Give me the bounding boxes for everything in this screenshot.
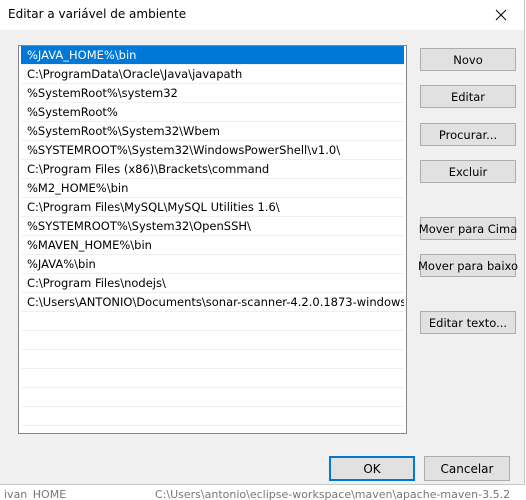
list-item[interactable]: %JAVA_HOME%\bin: [21, 46, 404, 65]
list-item-label: %SYSTEMROOT%\System32\OpenSSH\: [27, 219, 251, 233]
cancel-button[interactable]: Cancelar: [424, 456, 510, 481]
list-empty-row[interactable]: [21, 388, 404, 407]
background-window-strip: ivan_HOME C:\Users\antonio\eclipse-works…: [0, 485, 526, 500]
edit-env-var-dialog: Editar a variável de ambiente %JAVA_HOME…: [0, 0, 525, 485]
list-item[interactable]: C:\Program Files\MySQL\MySQL Utilities 1…: [21, 198, 404, 217]
dialog-title: Editar a variável de ambiente: [8, 7, 187, 21]
list-empty-row[interactable]: [21, 331, 404, 350]
edit-button[interactable]: Editar: [420, 85, 516, 108]
list-item-label: C:\ProgramData\Oracle\Java\javapath: [27, 67, 243, 81]
list-item-label: C:\Program Files\MySQL\MySQL Utilities 1…: [27, 200, 280, 214]
browse-button[interactable]: Procurar...: [420, 123, 516, 146]
list-empty-row[interactable]: [21, 369, 404, 388]
list-item[interactable]: %MAVEN_HOME%\bin: [21, 236, 404, 255]
delete-button[interactable]: Excluir: [420, 160, 516, 183]
list-item[interactable]: C:\Program Files (x86)\Brackets\command: [21, 160, 404, 179]
list-item-label: %SystemRoot%\System32\Wbem: [27, 124, 221, 138]
list-item[interactable]: C:\Program Files\nodejs\: [21, 274, 404, 293]
list-item[interactable]: %SystemRoot%: [21, 103, 404, 122]
list-item-label: %M2_HOME%\bin: [27, 181, 129, 195]
list-empty-row[interactable]: [21, 350, 404, 369]
list-item[interactable]: %SYSTEMROOT%\System32\WindowsPowerShell\…: [21, 141, 404, 160]
list-item-label: %SYSTEMROOT%\System32\WindowsPowerShell\…: [27, 143, 341, 157]
list-item-label: %JAVA%\bin: [27, 257, 96, 271]
ok-button[interactable]: OK: [329, 456, 415, 481]
list-item[interactable]: %SystemRoot%\system32: [21, 84, 404, 103]
list-item-label: %MAVEN_HOME%\bin: [27, 238, 152, 252]
title-bar[interactable]: Editar a variável de ambiente: [0, 0, 524, 30]
list-item[interactable]: C:\ProgramData\Oracle\Java\javapath: [21, 65, 404, 84]
list-item[interactable]: C:\Users\ANTONIO\Documents\sonar-scanner…: [21, 293, 404, 312]
list-empty-row[interactable]: [21, 407, 404, 426]
list-item-label: C:\Program Files (x86)\Brackets\command: [27, 162, 270, 176]
background-variable-name: ivan_HOME: [4, 488, 67, 500]
edit-text-button[interactable]: Editar texto...: [420, 311, 516, 334]
list-item[interactable]: %SystemRoot%\System32\Wbem: [21, 122, 404, 141]
list-item[interactable]: %SYSTEMROOT%\System32\OpenSSH\: [21, 217, 404, 236]
close-button[interactable]: [478, 0, 524, 30]
list-item[interactable]: %JAVA%\bin: [21, 255, 404, 274]
move-up-button[interactable]: Mover para Cima: [419, 217, 517, 240]
list-item[interactable]: %M2_HOME%\bin: [21, 179, 404, 198]
list-empty-row[interactable]: [21, 312, 404, 331]
list-item-label: %SystemRoot%: [27, 105, 118, 119]
background-variable-value: C:\Users\antonio\eclipse-workspace\maven…: [155, 488, 511, 500]
list-item-label: C:\Users\ANTONIO\Documents\sonar-scanner…: [27, 295, 404, 309]
path-entries-list[interactable]: %JAVA_HOME%\bin C:\ProgramData\Oracle\Ja…: [18, 45, 407, 434]
list-item-label: C:\Program Files\nodejs\: [27, 276, 166, 290]
list-item-label: %JAVA_HOME%\bin: [27, 48, 137, 62]
close-icon: [495, 9, 507, 21]
list-item-label: %SystemRoot%\system32: [27, 86, 178, 100]
new-button[interactable]: Novo: [420, 48, 516, 71]
move-down-button[interactable]: Mover para baixo: [418, 254, 518, 277]
